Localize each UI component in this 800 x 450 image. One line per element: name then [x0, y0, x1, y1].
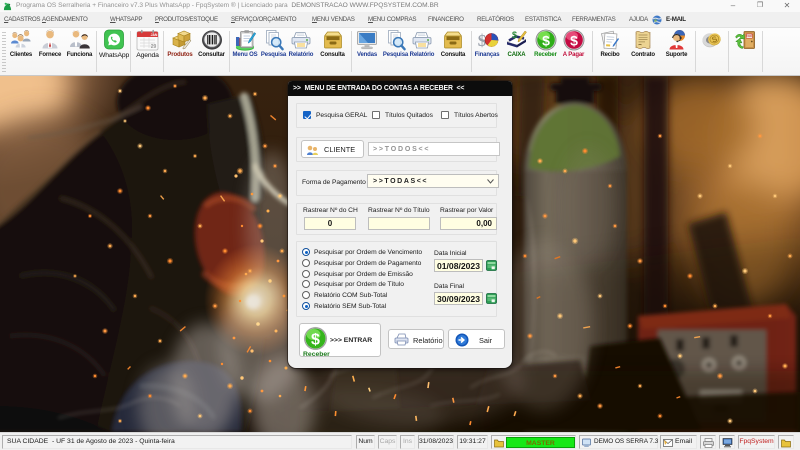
svg-text:$: $: [570, 32, 578, 48]
svg-text:$: $: [311, 332, 320, 349]
svg-text:29: 29: [151, 44, 157, 50]
svg-text:$: $: [542, 32, 550, 48]
svg-text:EXIT: EXIT: [746, 34, 753, 38]
svg-text:JAN: JAN: [151, 33, 158, 37]
svg-text:$: $: [512, 30, 517, 40]
